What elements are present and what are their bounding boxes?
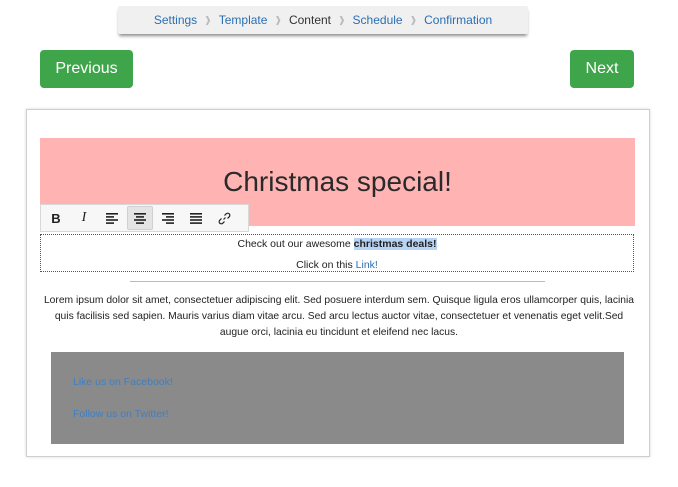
editor-line-1-text: Check out our awesome [237,238,354,250]
content-link[interactable]: Link! [356,259,378,271]
bold-button[interactable]: B [43,206,69,230]
insert-link-button[interactable] [211,206,237,230]
breadcrumb: Settings ❱ Template ❱ Content ❱ Schedule… [118,6,528,34]
twitter-link[interactable]: Follow us on Twitter! [73,408,169,420]
breadcrumb-separator-icon: ❱ [274,14,282,25]
breadcrumb-schedule[interactable]: Schedule [353,13,403,27]
next-button[interactable]: Next [570,50,634,88]
breadcrumb-settings[interactable]: Settings [154,13,197,27]
align-right-button[interactable] [155,206,181,230]
align-right-icon [162,212,174,224]
editor-line-2: Click on this Link! [41,259,633,271]
breadcrumb-separator-icon: ❱ [409,14,418,25]
align-left-button[interactable] [99,206,125,230]
breadcrumb-content: Content [288,13,331,27]
facebook-link[interactable]: Like us on Facebook! [73,376,173,388]
breadcrumb-template[interactable]: Template [219,13,268,27]
selected-text[interactable]: christmas deals! [353,238,437,250]
text-format-toolbar: B I [40,204,249,232]
banner-title[interactable]: Christmas special! [40,166,635,198]
content-editor[interactable]: Check out our awesome christmas deals! C… [40,234,634,272]
align-center-icon [134,212,146,224]
breadcrumb-separator-icon: ❱ [338,14,346,25]
email-preview: Christmas special! B I Check out our awe… [26,109,650,457]
breadcrumb-separator-icon: ❱ [204,14,212,25]
italic-icon: I [81,210,87,225]
breadcrumb-confirmation[interactable]: Confirmation [424,13,492,27]
italic-button[interactable]: I [71,206,97,230]
align-justify-icon [190,212,202,224]
editor-line-1: Check out our awesome christmas deals! [41,238,633,250]
link-icon [218,212,230,224]
social-footer: Like us on Facebook! Follow us on Twitte… [51,352,624,444]
bold-icon: B [51,210,61,226]
previous-button[interactable]: Previous [40,50,133,88]
editor-line-2-text: Click on this [296,259,356,271]
divider [130,281,545,282]
align-left-icon [106,212,118,224]
align-center-button[interactable] [127,206,153,230]
align-justify-button[interactable] [183,206,209,230]
body-text[interactable]: Lorem ipsum dolor sit amet, consectetuer… [43,293,635,341]
